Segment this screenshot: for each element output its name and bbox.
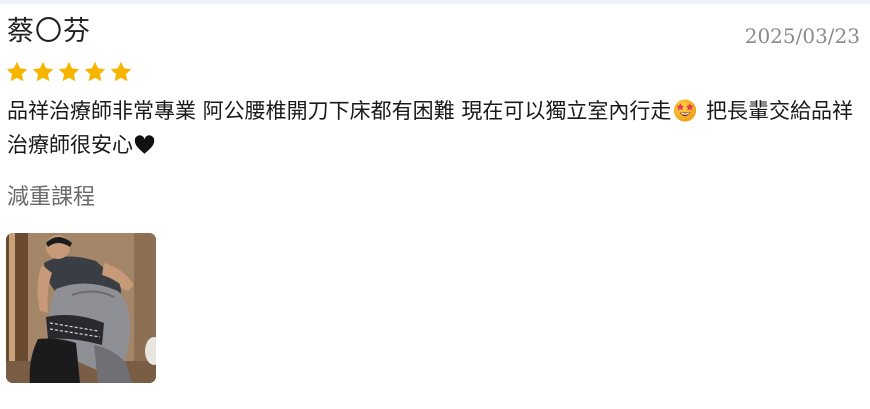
review-text-part1: 品祥治療師非常專業 阿公腰椎開刀下床都有困難 現在可以獨立室內行走: [7, 99, 672, 123]
star-icon: [6, 61, 28, 82]
reviewer-name: 蔡〇芬: [7, 16, 91, 47]
course-tag: 減重課程: [7, 185, 96, 210]
star-icon: [32, 61, 54, 82]
black-heart-icon: [134, 135, 155, 154]
star-struck-emoji-icon: [674, 99, 697, 122]
star-rating: [5, 60, 133, 84]
review-text: 品祥治療師非常專業 阿公腰椎開刀下床都有困難 現在可以獨立室內行走 把長輩交給品…: [7, 94, 863, 162]
star-icon: [84, 61, 106, 82]
star-icon: [110, 61, 132, 82]
review-card: 蔡〇芬 2025/03/23 品祥治療師非常專業 阿公腰椎開刀下床都有困難 現在…: [0, 0, 870, 409]
review-photo[interactable]: [6, 233, 156, 383]
review-photo-image: [6, 233, 156, 383]
review-date: 2025/03/23: [744, 24, 860, 48]
star-icon: [58, 61, 80, 82]
